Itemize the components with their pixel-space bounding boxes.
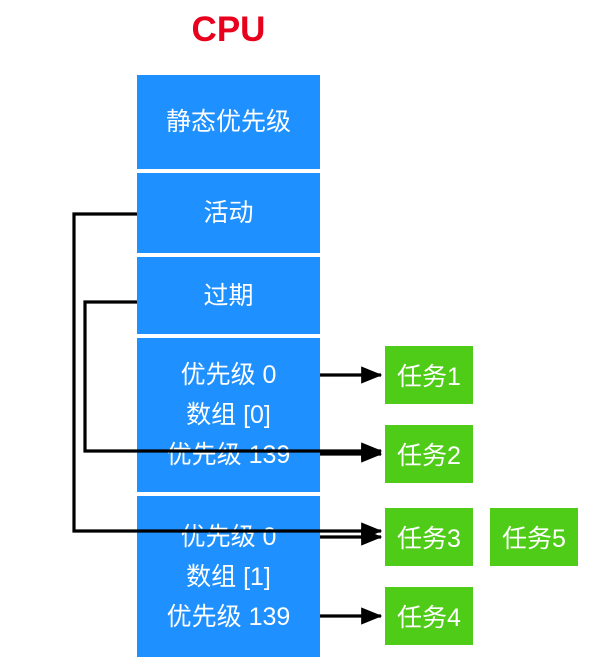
task-label: 任务4 [397,604,461,632]
diagram-canvas: CPU 静态优先级 活动 过期 优先级 0 数组 [0] 优先级 139 优先级… [0,0,600,664]
cell-line-array-label: 数组 [0] [186,401,271,429]
task-box-4[interactable]: 任务4 [385,587,473,645]
runqueue-cell-expired[interactable]: 过期 [137,257,320,334]
page-title: CPU [191,10,266,49]
task-box-3[interactable]: 任务3 [385,508,473,566]
cell-line: 静态优先级 [165,108,291,136]
task-label: 任务2 [397,442,461,470]
cell-line-priority-max: 优先级 139 [166,441,291,469]
task-box-2[interactable]: 任务2 [385,425,473,483]
cpu-runqueue-column: 静态优先级 活动 过期 优先级 0 数组 [0] 优先级 139 优先级 0 数… [137,75,320,657]
task-box-5[interactable]: 任务5 [490,508,578,566]
runqueue-cell-array-0[interactable]: 优先级 0 数组 [0] 优先级 139 [137,338,320,492]
task-label: 任务3 [397,525,461,553]
runqueue-cell-active[interactable]: 活动 [137,173,320,253]
task-box-1[interactable]: 任务1 [385,346,473,404]
cell-line-array-label: 数组 [1] [186,562,271,591]
runqueue-cell-array-1[interactable]: 优先级 0 数组 [1] 优先级 139 [137,496,320,657]
cell-line-priority-min: 优先级 0 [180,361,277,389]
runqueue-cell-static-priority[interactable]: 静态优先级 [137,75,320,169]
cell-line-priority-max: 优先级 139 [166,602,291,631]
cell-line: 活动 [203,199,254,227]
cell-line-priority-min: 优先级 0 [180,522,277,551]
cell-line: 过期 [203,281,254,310]
task-label: 任务1 [397,363,461,391]
task-label: 任务5 [502,525,566,553]
